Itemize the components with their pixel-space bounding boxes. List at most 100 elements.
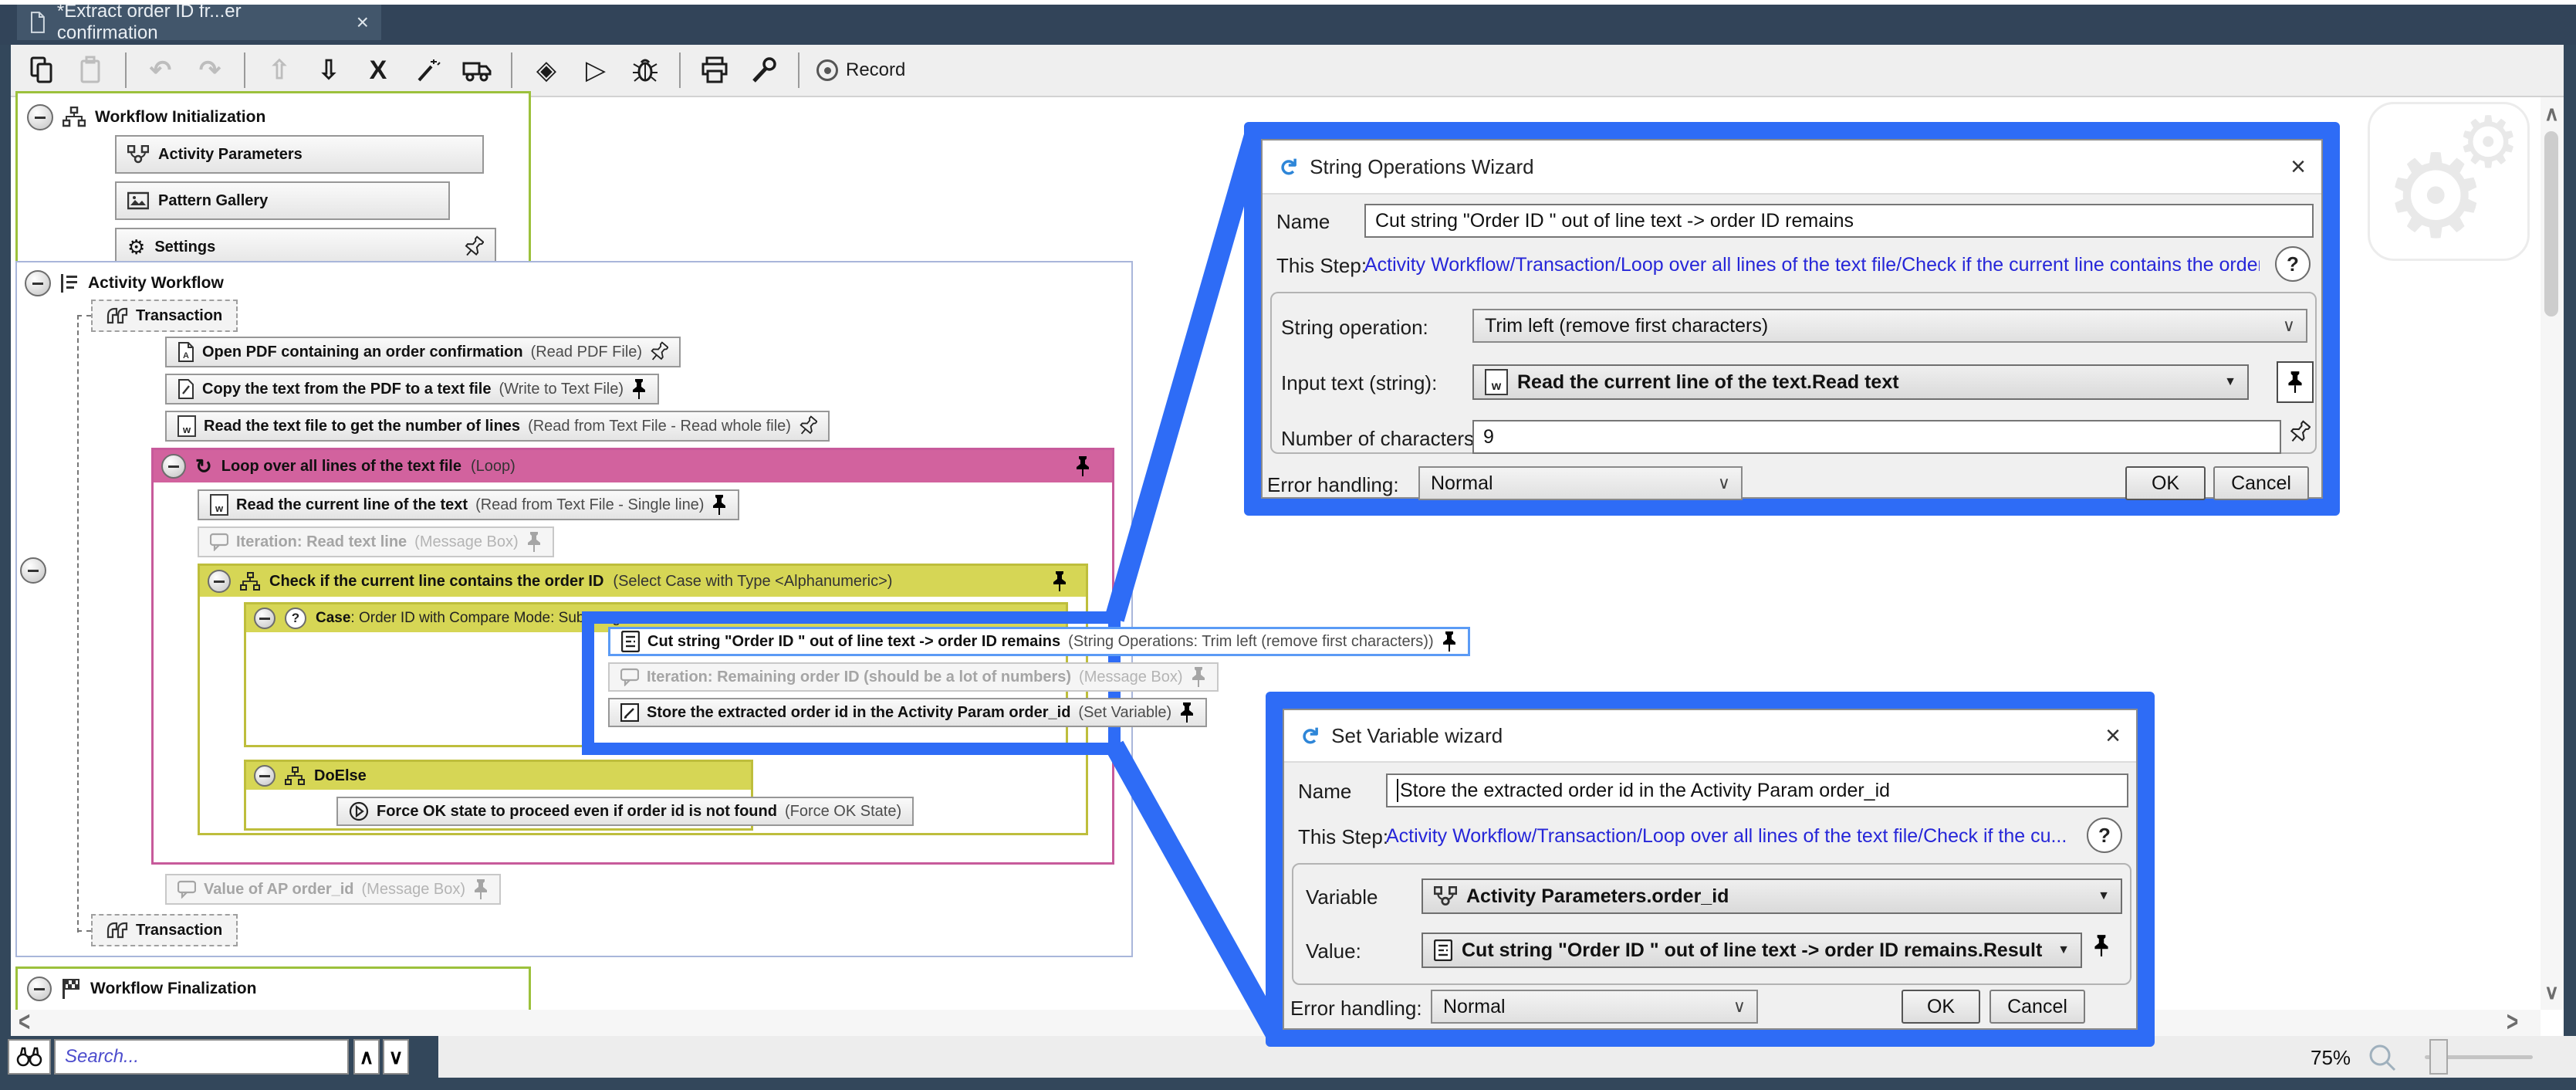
svg-text:A: A [183,351,189,361]
collapse-icon[interactable] [27,104,53,130]
deliver-button[interactable] [452,48,502,93]
pin-pinned-icon[interactable] [712,494,727,516]
help-button[interactable]: ? [2275,246,2311,282]
search-input[interactable] [54,1039,349,1075]
step-read-current-line[interactable]: w Read the current line of the text (Rea… [198,489,739,520]
cancel-button[interactable]: Cancel [1989,990,2085,1024]
step-value-ap[interactable]: Value of AP order_id (Message Box) [165,874,501,905]
step-store-order-id[interactable]: Store the extracted order id in the Acti… [608,698,1207,727]
group-title: Activity Workflow [88,274,224,293]
collapse-icon[interactable] [20,557,46,584]
input-text-combo[interactable]: w Read the current line of the text.Read… [1472,364,2249,400]
search-next-button[interactable]: ∨ [383,1039,409,1075]
zoom-slider-handle[interactable] [2429,1039,2448,1075]
collapse-icon[interactable] [254,608,276,629]
workflow-finalization-header[interactable]: Workflow Finalization [27,977,256,1001]
close-icon[interactable]: × [2290,152,2306,182]
wrench-icon [749,56,779,85]
tab-close-icon[interactable]: × [357,10,369,35]
step-iteration-remaining[interactable]: Iteration: Remaining order ID (should be… [608,662,1219,692]
record-button[interactable]: Record [809,48,913,93]
print-button[interactable] [690,48,739,93]
scroll-down-icon[interactable]: ∨ [2544,982,2559,1002]
select-case-header[interactable]: Check if the current line contains the o… [200,566,1086,597]
pin-unpinned-icon[interactable] [2289,420,2311,445]
search-previous-button[interactable]: ∧ [353,1039,380,1075]
breakpoint-button[interactable]: ◈ [522,48,571,93]
pin-pinned-icon[interactable] [526,531,542,553]
copy-button[interactable] [17,48,66,93]
close-icon[interactable]: × [2105,721,2121,751]
collapse-icon[interactable] [161,454,186,479]
step-copy-text[interactable]: Copy the text from the PDF to a text fil… [165,374,659,405]
pin-pinned-icon[interactable] [2093,934,2110,957]
step-cut-string[interactable]: Cut string "Order ID " out of line text … [608,627,1470,656]
scroll-up-icon[interactable]: ∧ [2544,103,2559,124]
image-icon [127,191,149,210]
pin-unpinned-icon[interactable] [650,341,668,363]
name-input[interactable]: Store the extracted order id in the Acti… [1386,773,2128,807]
activity-parameters-button[interactable]: Activity Parameters [115,135,484,174]
scroll-right-icon[interactable]: > [2507,1007,2518,1035]
ok-button[interactable]: OK [1902,990,1980,1024]
text-file-icon: w [210,494,228,516]
pin-unpinned-icon[interactable] [799,415,817,437]
vertical-scrollbar[interactable]: ∧ ∨ [2541,97,2564,1010]
redo-button[interactable]: ↷ [185,48,235,93]
pin-pinned-icon[interactable] [473,878,488,900]
string-operation-select[interactable]: Trim left (remove first characters) ∨ [1472,309,2307,343]
step-open-pdf[interactable]: A Open PDF containing an order confirmat… [165,337,681,367]
pin-pinned-icon[interactable] [1191,666,1206,688]
pin-pinned-icon[interactable] [1442,631,1457,652]
loop-header[interactable]: ↻ Loop over all lines of the text file (… [154,450,1112,482]
step-read-lines[interactable]: w Read the text file to get the number o… [165,411,830,442]
collapse-icon[interactable] [27,977,52,1001]
workflow-initialization-header[interactable]: Workflow Initialization [27,104,265,130]
step-iteration-read-text[interactable]: Iteration: Read text line (Message Box) [198,526,554,557]
this-step-link[interactable]: Activity Workflow/Transaction/Loop over … [1386,825,2067,848]
step-type: (Read from Text File - Read whole file) [528,418,791,435]
error-handling-select[interactable]: Normal ∨ [1418,466,1743,500]
run-button[interactable]: ▷ [571,48,620,93]
dialog-titlebar[interactable]: ↻ Set Variable wizard × [1284,710,2136,763]
parameters-icon [127,145,149,164]
dialog-titlebar[interactable]: ↻ String Operations Wizard × [1263,140,2321,195]
pin-pinned-icon[interactable] [631,378,647,400]
collapse-icon[interactable] [208,570,231,593]
value-combo[interactable]: Cut string "Order ID " out of line text … [1422,933,2082,968]
move-up-button[interactable]: ⇧ [255,48,304,93]
pin-pinned-button[interactable] [2277,361,2314,403]
step-force-ok[interactable]: Force OK state to proceed even if order … [336,797,914,826]
undo-button[interactable]: ↶ [136,48,185,93]
activity-workflow-header[interactable]: Activity Workflow [25,270,224,296]
debug-button[interactable] [620,48,670,93]
cancel-button[interactable]: Cancel [2213,466,2309,500]
name-input[interactable]: Cut string "Order ID " out of line text … [1364,204,2314,238]
pin-pinned-icon[interactable] [1052,570,1078,592]
pin-pinned-icon[interactable] [1075,455,1104,477]
collapse-icon[interactable] [254,765,276,787]
help-button[interactable]: ? [2087,818,2122,853]
transaction-block[interactable]: Transaction [91,914,238,946]
tab-extract-order-id[interactable]: *Extract order ID fr...er confirmation × [17,5,381,40]
delete-button[interactable]: X [353,48,403,93]
pattern-gallery-button[interactable]: Pattern Gallery [115,181,450,220]
scrollbar-thumb[interactable] [2544,131,2558,317]
paste-button[interactable] [66,48,116,93]
move-down-button[interactable]: ⇩ [304,48,353,93]
tools-button[interactable] [739,48,789,93]
variable-combo[interactable]: Activity Parameters.order_id ▼ [1422,878,2122,914]
doelse-header[interactable]: DoElse [246,762,751,790]
find-button[interactable] [8,1039,51,1075]
ok-button[interactable]: OK [2125,466,2206,500]
toolbar-separator [679,52,681,88]
wand-button[interactable] [403,48,452,93]
scroll-left-icon[interactable]: < [19,1007,30,1035]
number-of-characters-input[interactable]: 9 [1472,420,2281,454]
pin-unpinned-icon[interactable] [464,235,484,259]
this-step-link[interactable]: Activity Workflow/Transaction/Loop over … [1364,254,2260,276]
collapse-icon[interactable] [25,270,51,296]
error-handling-select[interactable]: Normal ∨ [1431,990,1758,1024]
pin-pinned-icon[interactable] [1179,702,1195,723]
transaction-block[interactable]: Transaction [91,300,238,332]
